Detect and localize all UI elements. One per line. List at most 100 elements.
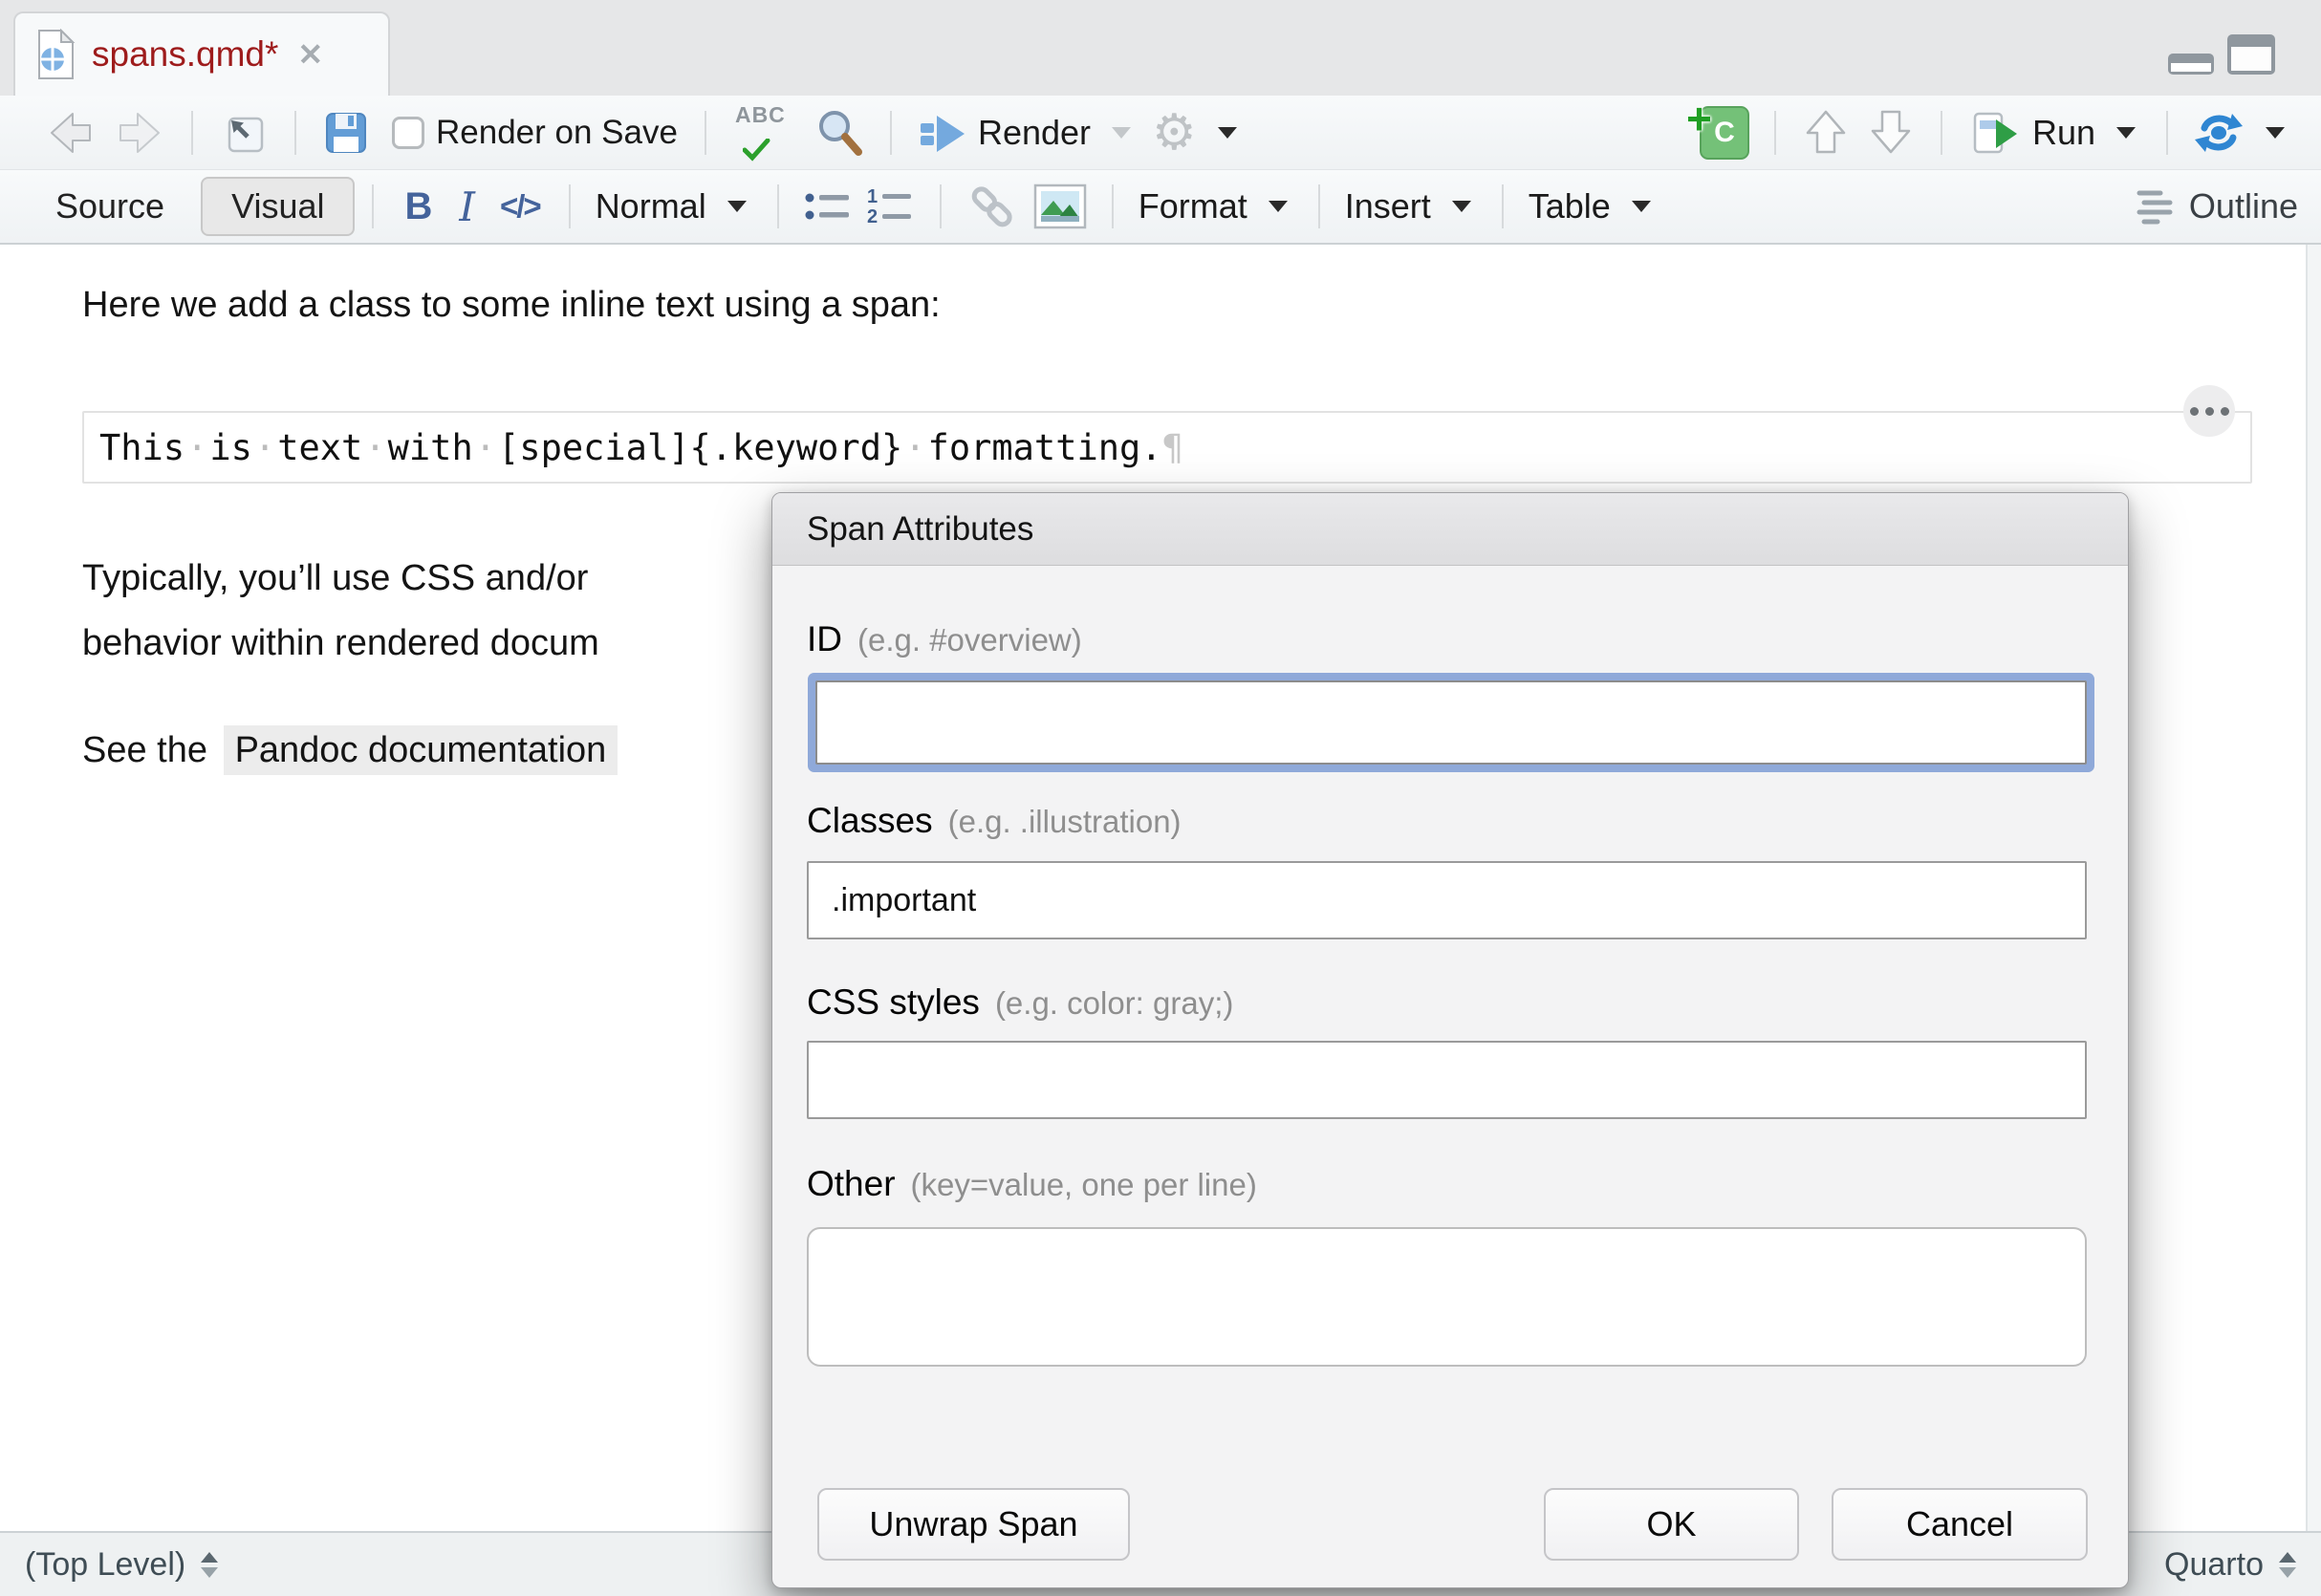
go-to-previous-section-button[interactable] [1801, 106, 1851, 160]
render-icon [917, 108, 966, 158]
run-button-label: Run [2032, 113, 2095, 153]
maximize-pane-icon[interactable] [2227, 34, 2275, 75]
other-field-label: Other (key=value, one per line) [807, 1164, 1257, 1204]
classes-input[interactable] [807, 861, 2087, 939]
pandoc-documentation-link: Pandoc documentation [224, 725, 618, 775]
toolbar-separator [777, 184, 779, 228]
ellipsis-dot [2221, 407, 2229, 416]
save-button[interactable] [321, 108, 371, 158]
run-dropdown-caret[interactable] [2116, 127, 2136, 139]
toolbar-separator [1941, 111, 1942, 155]
chunk-plus-icon: + [1686, 97, 1712, 140]
paragraph-3: See the Pandoc documentation [82, 730, 618, 771]
whitespace-dot: · [362, 427, 387, 468]
table-menu-caret[interactable] [1632, 201, 1651, 212]
paragraph-style-caret[interactable] [727, 201, 747, 212]
italic-button[interactable]: I [459, 183, 475, 230]
forward-button[interactable] [113, 108, 166, 158]
toolbar-separator [890, 111, 892, 155]
insert-menu-caret[interactable] [1452, 201, 1471, 212]
code-word: with [388, 427, 473, 468]
numbered-list-button[interactable]: 1 2 [867, 186, 915, 226]
open-in-new-window-button[interactable] [218, 107, 270, 159]
code-word: This [99, 427, 184, 468]
spellcheck-abc-text: ABC [735, 102, 786, 128]
toolbar-separator [1502, 184, 1504, 228]
minimize-pane-icon[interactable] [2168, 54, 2214, 75]
find-replace-button[interactable] [813, 107, 865, 159]
svg-text:2: 2 [867, 206, 878, 226]
whitespace-dot: · [902, 427, 927, 468]
go-to-next-section-button[interactable] [1866, 106, 1916, 160]
source-tools-caret[interactable] [2266, 127, 2285, 139]
code-button[interactable]: </> [500, 188, 540, 225]
insert-link-button[interactable] [966, 181, 1018, 232]
tab-close-icon[interactable]: ✕ [297, 36, 323, 73]
code-span-markup: [special]{.keyword} [498, 427, 902, 468]
toolbar-right-group: + C Run [1682, 106, 2298, 160]
document-format-label[interactable]: Quarto [2164, 1546, 2264, 1584]
id-field-label: ID (e.g. #overview) [807, 619, 1082, 659]
toolbar-separator [940, 184, 942, 228]
link-icon [966, 181, 1018, 232]
rstudio-editor-window: spans.qmd* ✕ [0, 0, 2321, 1596]
insert-menu[interactable]: Insert [1345, 186, 1431, 226]
run-button[interactable]: Run [1967, 108, 2095, 158]
visual-mode-button[interactable]: Visual [201, 177, 355, 236]
toolbar-separator [191, 111, 193, 155]
back-button[interactable] [44, 108, 98, 158]
format-stepper-icon[interactable] [2279, 1552, 2296, 1578]
toolbar-separator [1112, 184, 1114, 228]
cancel-button[interactable]: Cancel [1832, 1488, 2088, 1561]
span-code-line[interactable]: This·is·text·with·[special]{.keyword}·fo… [82, 411, 2252, 484]
outline-icon [2128, 186, 2176, 226]
search-icon [813, 107, 865, 159]
id-input[interactable] [815, 680, 2087, 765]
bold-button[interactable]: B [404, 185, 432, 228]
chunk-icon: + C [1700, 106, 1749, 160]
paragraph-style-dropdown[interactable]: Normal [596, 186, 706, 226]
toolbar-separator [2166, 111, 2168, 155]
source-mode-button[interactable]: Source [36, 179, 184, 234]
ellipsis-dot [2205, 407, 2214, 416]
scope-stepper-icon[interactable] [201, 1552, 218, 1578]
ok-button[interactable]: OK [1544, 1488, 1799, 1561]
render-button[interactable]: Render [917, 108, 1091, 158]
format-menu[interactable]: Format [1139, 186, 1247, 226]
ellipsis-dot [2190, 407, 2199, 416]
toolbar-separator [1774, 111, 1776, 155]
render-on-save-checkbox[interactable] [392, 117, 424, 149]
table-menu[interactable]: Table [1529, 186, 1611, 226]
source-tools-button[interactable] [2193, 107, 2245, 159]
toolbar-separator [569, 184, 571, 228]
toolbar-separator [294, 111, 296, 155]
bullet-list-icon [804, 188, 852, 225]
numbered-list-icon: 1 2 [867, 186, 915, 226]
outline-button[interactable]: Outline [2128, 186, 2298, 226]
code-word: formatting. [928, 427, 1162, 468]
gear-icon: ⚙ [1152, 108, 1197, 158]
css-styles-input[interactable] [807, 1041, 2087, 1119]
spellcheck-button[interactable]: ABC [731, 104, 798, 162]
popout-window-icon [218, 107, 270, 159]
render-options-button[interactable]: ⚙ [1152, 108, 1197, 158]
whitespace-dot: · [473, 427, 498, 468]
scope-selector-label[interactable]: (Top Level) [25, 1546, 185, 1584]
render-dropdown-caret[interactable] [1112, 127, 1131, 139]
render-options-caret[interactable] [1218, 127, 1237, 139]
other-textarea[interactable] [807, 1227, 2087, 1367]
paragraph-2-line-1: Typically, you’ll use CSS and/or [82, 558, 588, 599]
format-menu-label: Format [1139, 186, 1247, 226]
unwrap-span-button[interactable]: Unwrap Span [817, 1488, 1130, 1561]
dialog-title[interactable]: Span Attributes [772, 493, 2128, 566]
block-options-button[interactable] [2183, 385, 2235, 437]
stepper-down-icon [2279, 1567, 2296, 1578]
insert-chunk-button[interactable]: + C [1690, 106, 1749, 160]
code-word: text [277, 427, 362, 468]
insert-image-button[interactable] [1033, 183, 1087, 229]
forward-arrow-icon [113, 108, 166, 158]
format-menu-caret[interactable] [1269, 201, 1288, 212]
bullet-list-button[interactable] [804, 188, 852, 225]
tab-spans-qmd[interactable]: spans.qmd* ✕ [13, 11, 390, 96]
format-toolbar: Source Visual B I </> Normal 1 2 [0, 170, 2321, 245]
